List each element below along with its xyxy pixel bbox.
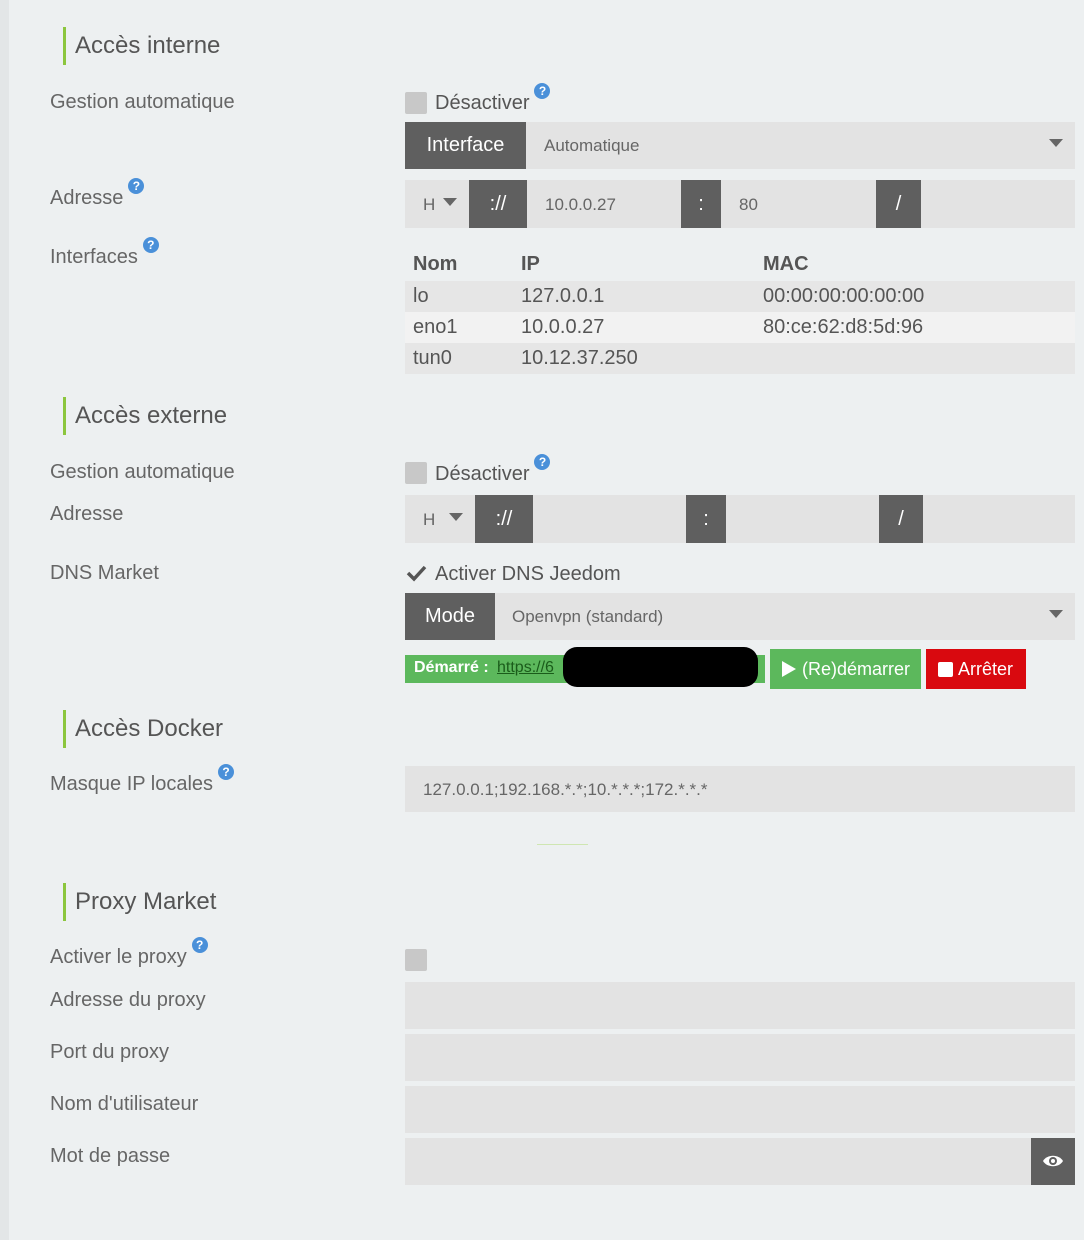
table-row: eno1 10.0.0.27 80:ce:62:d8:5d:96: [405, 312, 1075, 343]
proxy-enable-label: Activer le proxy?: [50, 937, 208, 969]
proxy-port-label: Port du proxy: [50, 1041, 169, 1063]
cell-mac: 00:00:00:00:00:00: [755, 281, 1075, 312]
cell-name: lo: [405, 281, 513, 312]
external-port-input[interactable]: [726, 495, 879, 543]
internal-port-separator: :: [681, 180, 721, 228]
proxy-user-input[interactable]: [405, 1086, 1075, 1133]
external-auto-label: Gestion automatique: [50, 461, 235, 483]
show-password-button[interactable]: [1031, 1138, 1075, 1185]
internal-port-value: 80: [739, 195, 758, 214]
proxy-port-input[interactable]: [405, 1034, 1075, 1081]
internal-ip-input[interactable]: 10.0.0.27: [527, 180, 681, 228]
help-icon[interactable]: ?: [534, 454, 551, 470]
proxy-user-label: Nom d'utilisateur: [50, 1093, 199, 1115]
dns-enable-checkbox[interactable]: [405, 562, 427, 584]
external-scheme-separator: ://: [475, 495, 533, 543]
proxy-password-label: Mot de passe: [50, 1145, 171, 1167]
external-path-separator: /: [879, 495, 923, 543]
help-icon[interactable]: ?: [534, 83, 551, 99]
external-port-separator: :: [686, 495, 726, 543]
status-prefix: Démarré :: [414, 659, 489, 676]
chevron-down-icon: [1049, 139, 1063, 147]
internal-port-input[interactable]: 80: [721, 180, 876, 228]
chevron-down-icon: [449, 513, 463, 521]
docker-mask-input[interactable]: 127.0.0.1;192.168.*.*;10.*.*.*;172.*.*.*: [405, 766, 1075, 812]
help-icon[interactable]: ?: [142, 237, 159, 253]
redaction-mark: [563, 647, 758, 687]
mode-select[interactable]: Openvpn (standard): [495, 593, 1075, 640]
internal-path-separator: /: [876, 180, 921, 228]
external-host-input[interactable]: [533, 495, 686, 543]
play-icon: [782, 661, 796, 677]
cell-mac: 80:ce:62:d8:5d:96: [755, 312, 1075, 343]
internal-address-label: Adresse?: [50, 178, 145, 210]
mode-button[interactable]: Mode: [405, 593, 495, 640]
divider: [537, 844, 588, 845]
section-title-internal: Accès interne: [63, 27, 220, 65]
interface-button[interactable]: Interface: [405, 122, 526, 169]
internal-path-input[interactable]: [921, 180, 1075, 228]
internal-auto-label: Gestion automatique: [50, 91, 235, 113]
column-header-mac: MAC: [763, 252, 809, 275]
proxy-address-input[interactable]: [405, 982, 1075, 1029]
external-path-input[interactable]: [923, 495, 1075, 543]
external-disable-label: Désactiver?: [435, 454, 551, 486]
chevron-down-icon: [443, 198, 457, 206]
section-title-docker: Accès Docker: [63, 710, 223, 748]
table-row: tun0 10.12.37.250: [405, 343, 1075, 374]
external-address-label: Adresse: [50, 503, 124, 525]
chevron-down-icon: [1049, 610, 1063, 618]
docker-mask-label: Masque IP locales?: [50, 764, 235, 796]
left-border: [0, 0, 9, 1240]
section-title-external: Accès externe: [63, 397, 227, 435]
proxy-address-label: Adresse du proxy: [50, 989, 206, 1011]
stop-label: Arrêter: [958, 659, 1014, 679]
cell-ip: 10.12.37.250: [513, 343, 755, 374]
table-header-row: Nom IP MAC: [405, 247, 1075, 281]
cell-name: tun0: [405, 343, 513, 374]
cell-mac: [755, 343, 1075, 374]
status-link[interactable]: https://6: [497, 659, 554, 677]
help-icon[interactable]: ?: [128, 178, 145, 194]
column-header-name: Nom: [413, 252, 458, 275]
proxy-enable-checkbox[interactable]: [405, 949, 427, 971]
external-protocol-select[interactable]: H: [405, 495, 475, 543]
dns-enable-label: Activer DNS Jeedom: [435, 563, 621, 585]
cell-name: eno1: [405, 312, 513, 343]
dns-status-badge: Démarré : https://6: [405, 647, 765, 687]
proxy-password-input[interactable]: [405, 1138, 1031, 1185]
docker-mask-value: 127.0.0.1;192.168.*.*;10.*.*.*;172.*.*.*: [423, 780, 708, 799]
internal-disable-label: Désactiver?: [435, 83, 551, 115]
interfaces-label: Interfaces?: [50, 237, 159, 269]
internal-protocol-select[interactable]: H: [405, 180, 469, 228]
help-icon[interactable]: ?: [191, 937, 208, 953]
external-disable-checkbox[interactable]: [405, 462, 427, 484]
help-icon[interactable]: ?: [218, 764, 235, 780]
interface-select[interactable]: Automatique: [526, 122, 1075, 169]
section-title-proxy: Proxy Market: [63, 883, 216, 921]
check-icon: [406, 565, 427, 582]
interfaces-table: Nom IP MAC lo 127.0.0.1 00:00:00:00:00:0…: [405, 247, 1075, 374]
dns-market-label: DNS Market: [50, 562, 159, 584]
interface-select-value: Automatique: [544, 136, 640, 155]
stop-button[interactable]: Arrêter: [926, 649, 1026, 689]
column-header-ip: IP: [521, 252, 540, 275]
table-row: lo 127.0.0.1 00:00:00:00:00:00: [405, 281, 1075, 312]
restart-button[interactable]: (Re)démarrer: [770, 649, 921, 689]
internal-protocol-value: H: [423, 195, 436, 214]
restart-label: (Re)démarrer: [802, 659, 911, 679]
external-protocol-value: H: [423, 510, 436, 529]
mode-select-value: Openvpn (standard): [512, 607, 664, 626]
internal-disable-checkbox[interactable]: [405, 92, 427, 114]
cell-ip: 10.0.0.27: [513, 312, 755, 343]
stop-icon: [938, 662, 953, 677]
eye-icon: [1043, 1155, 1063, 1167]
internal-scheme-separator: ://: [469, 180, 527, 228]
internal-ip-value: 10.0.0.27: [545, 195, 616, 214]
cell-ip: 127.0.0.1: [513, 281, 755, 312]
